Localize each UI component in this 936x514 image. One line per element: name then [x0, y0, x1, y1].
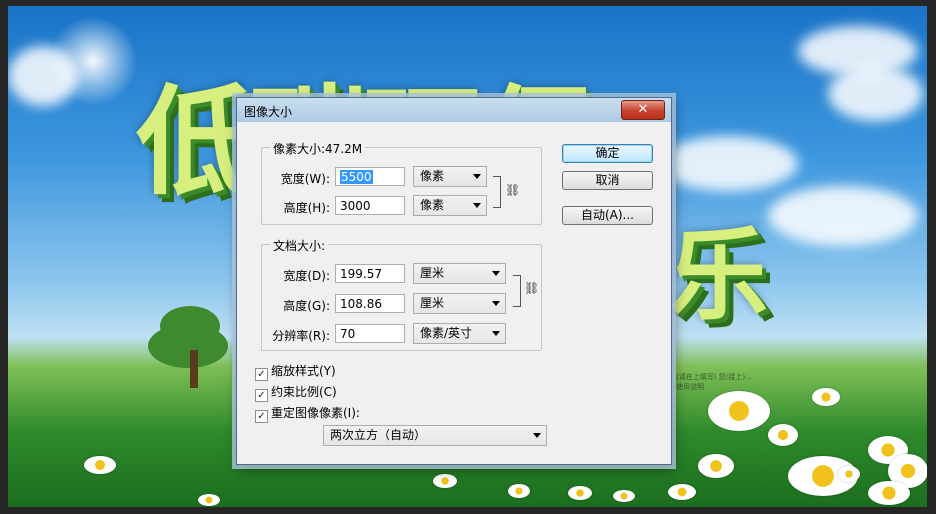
- doc-height-unit: 厘米: [420, 296, 445, 310]
- chevron-down-icon: [492, 331, 500, 336]
- pixel-height-value: 3000: [340, 199, 371, 213]
- doc-width-unit: 厘米: [420, 266, 445, 280]
- doc-width-unit-select[interactable]: 厘米: [413, 263, 506, 284]
- pixel-width-value: 5500: [340, 170, 373, 184]
- daisy-flower: [433, 474, 457, 488]
- daisy-flower: [812, 388, 840, 406]
- resolution-unit: 像素/英寸: [420, 326, 473, 340]
- checkmark-icon: ✓: [255, 410, 268, 423]
- document-size-legend: 文档大小:: [270, 237, 329, 254]
- constrain-proportions-checkbox[interactable]: ✓ 约束比例(C): [255, 383, 337, 402]
- daisy-flower: [868, 481, 910, 505]
- daisy-flower: [198, 494, 220, 506]
- doc-height-input[interactable]: 108.86: [335, 294, 405, 313]
- doc-width-input[interactable]: 199.57: [335, 264, 405, 283]
- daisy-flower: [613, 490, 635, 502]
- daisy-flower: [698, 454, 734, 478]
- chevron-down-icon: [473, 203, 481, 208]
- pixel-width-unit-select[interactable]: 像素: [413, 166, 487, 187]
- resolution-unit-select[interactable]: 像素/英寸: [413, 323, 506, 344]
- tree-crown: [160, 306, 220, 346]
- chevron-down-icon: [473, 174, 481, 179]
- resample-label: 重定图像像素(I):: [271, 406, 360, 420]
- resample-method-select[interactable]: 两次立方（自动）: [323, 425, 547, 446]
- dialog-title: 图像大小: [244, 105, 293, 119]
- constrain-label: 约束比例(C): [271, 385, 337, 399]
- checkmark-icon: ✓: [255, 389, 268, 402]
- pixel-height-unit: 像素: [420, 198, 445, 212]
- pixel-width-label: 宽度(W):: [280, 172, 330, 186]
- headline-text-2: 乐: [668, 217, 768, 334]
- doc-height-value: 108.86: [340, 297, 382, 311]
- doc-height-unit-select[interactable]: 厘米: [413, 293, 506, 314]
- small-caption-line1: (请在上填写) 您(接上)...: [676, 373, 752, 381]
- daisy-flower: [668, 484, 696, 500]
- cloud: [768, 186, 918, 246]
- daisy-flower: [708, 391, 770, 431]
- doc-height-label: 高度(G):: [283, 299, 330, 313]
- scale-styles-label: 缩放样式(Y): [271, 364, 336, 378]
- link-bracket: [493, 176, 501, 208]
- pixel-height-input[interactable]: 3000: [335, 196, 405, 215]
- image-size-dialog: 图像大小 ✕ 像素大小:47.2M 宽度(W): 5500 像素 高度(H): …: [236, 97, 672, 465]
- resample-method: 两次立方（自动）: [330, 428, 427, 442]
- cloud: [658, 136, 798, 191]
- cloud: [8, 46, 78, 106]
- tree-trunk: [190, 350, 198, 388]
- chain-link-icon: ⛓: [524, 281, 540, 295]
- checkmark-icon: ✓: [255, 368, 268, 381]
- resolution-value: 70: [340, 327, 356, 341]
- small-caption: (请在上填写) 您(接上)... 使用说明: [676, 372, 752, 392]
- cloud: [828, 66, 923, 121]
- daisy-flower: [508, 484, 530, 498]
- chevron-down-icon: [492, 301, 500, 306]
- daisy-flower: [838, 466, 860, 482]
- chevron-down-icon: [492, 271, 500, 276]
- daisy-flower: [768, 424, 798, 446]
- pixel-width-unit: 像素: [420, 169, 445, 183]
- pixel-height-label: 高度(H):: [283, 201, 330, 215]
- ok-button[interactable]: 确定: [562, 144, 653, 163]
- pixel-height-unit-select[interactable]: 像素: [413, 195, 487, 216]
- close-button[interactable]: ✕: [621, 100, 665, 120]
- auto-button[interactable]: 自动(A)...: [562, 206, 653, 225]
- dialog-body: 像素大小:47.2M 宽度(W): 5500 像素 高度(H): 3000 像素…: [242, 123, 666, 460]
- daisy-flower: [568, 486, 592, 500]
- resolution-label: 分辨率(R):: [272, 329, 330, 343]
- resolution-input[interactable]: 70: [335, 324, 405, 343]
- cancel-button[interactable]: 取消: [562, 171, 653, 190]
- pixel-dimensions-legend: 像素大小:47.2M: [270, 140, 366, 157]
- chain-link-icon: ⛓: [505, 183, 521, 197]
- link-bracket: [513, 275, 521, 307]
- chevron-down-icon: [533, 433, 541, 438]
- dialog-titlebar[interactable]: 图像大小 ✕: [237, 98, 671, 122]
- doc-width-label: 宽度(D):: [283, 269, 330, 283]
- scale-styles-checkbox[interactable]: ✓ 缩放样式(Y): [255, 362, 336, 381]
- doc-width-value: 199.57: [340, 267, 382, 281]
- daisy-flower: [84, 456, 116, 474]
- pixel-width-input[interactable]: 5500: [335, 167, 405, 186]
- resample-checkbox[interactable]: ✓ 重定图像像素(I):: [255, 404, 360, 423]
